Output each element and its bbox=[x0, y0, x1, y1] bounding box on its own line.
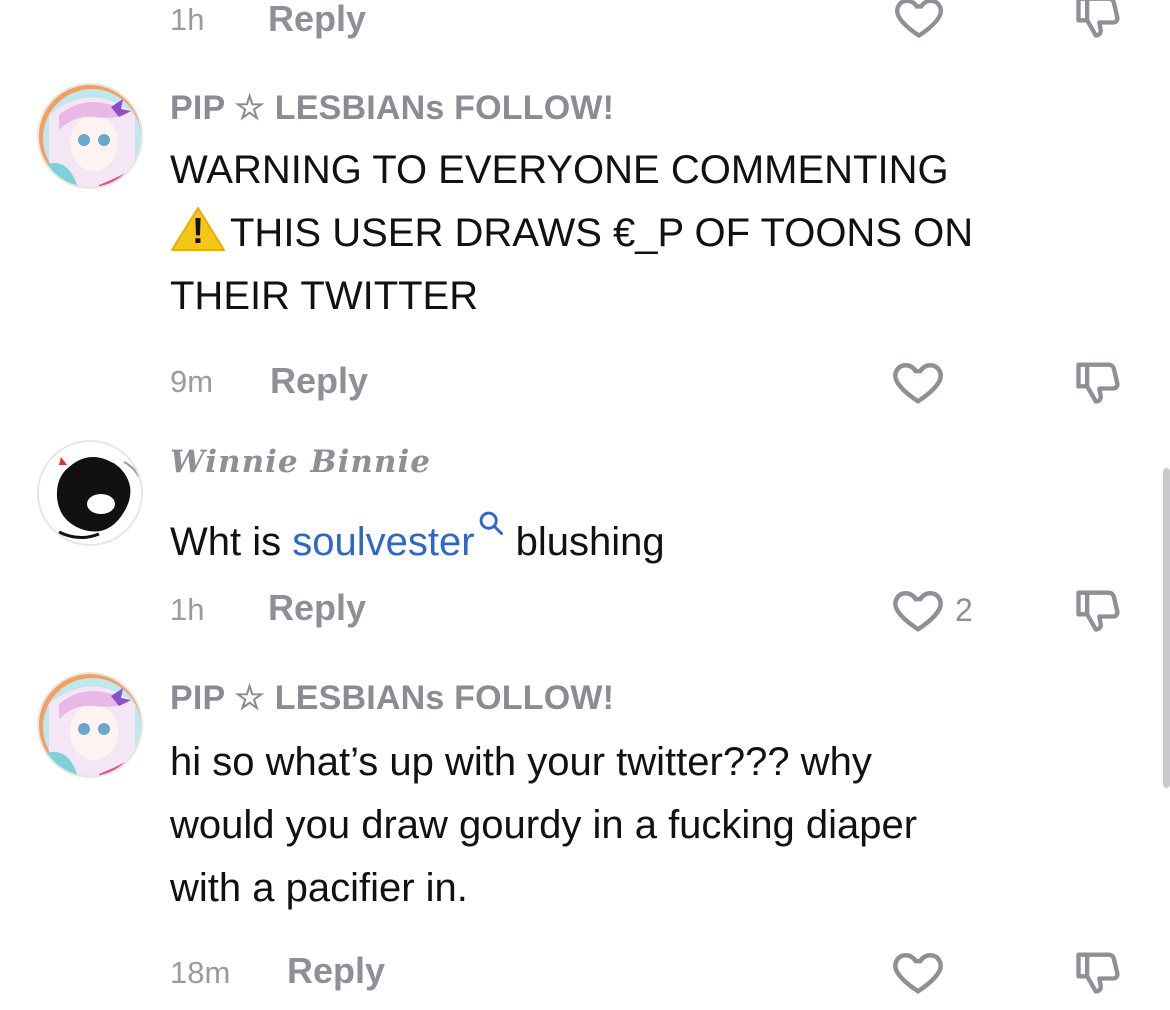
avatar[interactable] bbox=[37, 83, 143, 189]
heart-outline-icon[interactable] bbox=[891, 944, 945, 998]
comment-time: 18m bbox=[170, 955, 231, 990]
warning-icon: ! bbox=[170, 206, 226, 252]
comment-text-part: Wht is bbox=[170, 520, 293, 564]
reply-button[interactable]: Reply bbox=[268, 587, 366, 629]
reply-button[interactable]: Reply bbox=[287, 950, 385, 992]
thumbs-down-icon[interactable] bbox=[1072, 356, 1124, 408]
comment-text: Wht is soulvester blushing bbox=[170, 493, 1130, 574]
comment-time: 1h bbox=[170, 2, 205, 37]
comment-username[interactable]: PIP ☆ LESBIANs FOLLOW! bbox=[170, 678, 614, 718]
reply-button[interactable]: Reply bbox=[268, 0, 366, 40]
reply-button[interactable]: Reply bbox=[270, 360, 368, 402]
like-count: 2 bbox=[955, 592, 973, 628]
heart-outline-icon[interactable] bbox=[891, 354, 945, 408]
comment-text-line: with a pacifier in. bbox=[170, 866, 468, 910]
search-icon bbox=[477, 493, 505, 556]
comment-time: 1h bbox=[170, 592, 205, 627]
thumbs-down-icon[interactable] bbox=[1072, 584, 1124, 636]
scrollbar[interactable] bbox=[1163, 468, 1170, 788]
comment-username[interactable]: Winnie Binnie bbox=[170, 444, 431, 480]
comment-text-line: hi so what’s up with your twitter??? why bbox=[170, 740, 872, 784]
avatar[interactable] bbox=[37, 672, 143, 778]
comment-text-line: THEIR TWITTER bbox=[170, 274, 479, 318]
comment-time: 9m bbox=[170, 364, 214, 399]
comment-text-line: WARNING TO EVERYONE COMMENTING bbox=[170, 148, 949, 192]
comment-text-line: ! THIS USER DRAWS €_P OF TOONS ON bbox=[170, 202, 1130, 265]
comment-username[interactable]: PIP ☆ LESBIANs FOLLOW! bbox=[170, 88, 614, 128]
thumbs-down-icon[interactable] bbox=[1072, 0, 1124, 42]
comment-text-line: would you draw gourdy in a fucking diape… bbox=[170, 803, 918, 847]
mention-link[interactable]: soulvester bbox=[292, 511, 504, 564]
thumbs-down-icon[interactable] bbox=[1072, 946, 1124, 998]
heart-outline-icon[interactable] bbox=[893, 0, 945, 42]
comment-text: hi so what’s up with your twitter??? why… bbox=[170, 731, 1130, 920]
heart-outline-icon[interactable] bbox=[891, 582, 945, 636]
avatar[interactable] bbox=[37, 440, 143, 546]
comment-text: WARNING TO EVERYONE COMMENTING ! THIS US… bbox=[170, 139, 1130, 328]
comment-text-part: blushing bbox=[504, 520, 665, 564]
